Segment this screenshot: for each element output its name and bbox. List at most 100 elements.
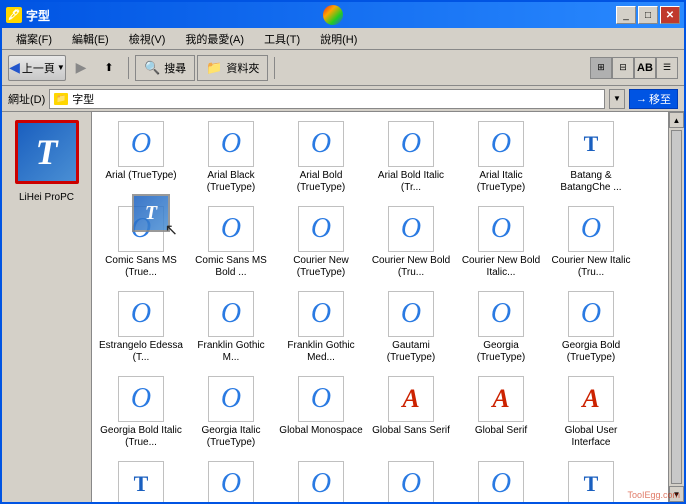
main-window: 🖋 字型 _ □ ✕ 檔案(F) 編輯(E) 檢視(V) 我的最愛(A) 工具(… bbox=[0, 0, 686, 504]
font-item[interactable]: T Batang & BatangChe ... bbox=[546, 116, 636, 201]
font-name: Courier New Bold Italic... bbox=[459, 255, 543, 279]
font-item[interactable]: O Estrangelo Edessa (T... bbox=[96, 286, 186, 371]
menubar: 檔案(F) 編輯(E) 檢視(V) 我的最愛(A) 工具(T) 說明(H) bbox=[2, 28, 684, 50]
toolbar: ◀ 上一頁 ▼ ▶ ⬆ 🔍 搜尋 📁 資料夾 ⊞ ⊟ AB ☰ bbox=[2, 50, 684, 86]
window-title: 字型 bbox=[26, 7, 50, 24]
font-icon: O bbox=[298, 206, 344, 252]
address-folder-icon: 📁 bbox=[54, 93, 68, 105]
font-name: Batang & BatangChe ... bbox=[549, 170, 633, 194]
font-item[interactable]: T Lucida Sans Demibold... bbox=[546, 456, 636, 502]
font-item[interactable]: A Global Serif bbox=[456, 371, 546, 456]
font-icon: O bbox=[568, 206, 614, 252]
font-item[interactable]: O Georgia Bold Italic (True... bbox=[96, 371, 186, 456]
titlebar-left: 🖋 字型 bbox=[6, 7, 50, 24]
back-dropdown-icon: ▼ bbox=[57, 63, 65, 72]
folder-icon: 📁 bbox=[206, 60, 222, 76]
font-icon: A bbox=[568, 376, 614, 422]
font-icon: O bbox=[298, 291, 344, 337]
font-icon: O bbox=[478, 461, 524, 502]
font-item[interactable]: O Franklin Gothic M... bbox=[186, 286, 276, 371]
font-icon: T bbox=[568, 461, 614, 502]
font-icon: O bbox=[118, 291, 164, 337]
font-item[interactable]: O Arial Black (TrueType) bbox=[186, 116, 276, 201]
address-text: 字型 bbox=[72, 91, 600, 107]
font-item[interactable]: O Arial Bold (TrueType) bbox=[276, 116, 366, 201]
font-item[interactable]: O Impact (TrueType) bbox=[186, 456, 276, 502]
view-detail-button[interactable]: AB bbox=[634, 57, 656, 79]
font-item[interactable]: O Franklin Gothic Med... bbox=[276, 286, 366, 371]
font-item[interactable]: A Global User Interface bbox=[546, 371, 636, 456]
font-item[interactable]: O Georgia (TrueType) bbox=[456, 286, 546, 371]
font-item[interactable]: A Global Sans Serif bbox=[366, 371, 456, 456]
menu-edit[interactable]: 編輯(E) bbox=[64, 29, 117, 49]
font-name: Global Sans Serif bbox=[372, 425, 450, 437]
maximize-button[interactable]: □ bbox=[638, 6, 658, 24]
view-small-icon-button[interactable]: ⊟ bbox=[612, 57, 634, 79]
font-item[interactable]: O Lucida Console (... bbox=[456, 456, 546, 502]
font-icon: A bbox=[478, 376, 524, 422]
font-item[interactable]: O Courier New Bold (Tru... bbox=[366, 201, 456, 286]
font-icon: O bbox=[208, 461, 254, 502]
font-item[interactable]: O Courier New Bold Italic... bbox=[456, 201, 546, 286]
font-item[interactable]: O Arial (TrueType) bbox=[96, 116, 186, 201]
view-large-icon-button[interactable]: ⊞ bbox=[590, 57, 612, 79]
font-name: Arial Bold (TrueType) bbox=[279, 170, 363, 194]
font-item[interactable]: O Georgia Bold (TrueType) bbox=[546, 286, 636, 371]
view-list-button[interactable]: ☰ bbox=[656, 57, 678, 79]
toolbar-separator-2 bbox=[274, 57, 275, 79]
font-item[interactable]: O Comic Sans MS (True... bbox=[96, 201, 186, 286]
font-icon: O bbox=[118, 376, 164, 422]
minimize-button[interactable]: _ bbox=[616, 6, 636, 24]
font-item[interactable]: O Gautami (TrueType) bbox=[366, 286, 456, 371]
font-name: Franklin Gothic Med... bbox=[279, 340, 363, 364]
font-item[interactable]: O Global Monospace bbox=[276, 371, 366, 456]
up-button[interactable]: ⬆ bbox=[96, 54, 122, 82]
titlebar-icon: 🖋 bbox=[6, 7, 22, 23]
font-name: Arial Black (TrueType) bbox=[189, 170, 273, 194]
font-item[interactable]: O Arial Italic (TrueType) bbox=[456, 116, 546, 201]
menu-help[interactable]: 說明(H) bbox=[312, 29, 365, 49]
view-buttons: ⊞ ⊟ AB ☰ bbox=[590, 57, 678, 79]
forward-button[interactable]: ▶ bbox=[68, 54, 94, 82]
folder-button[interactable]: 📁 資料夾 bbox=[197, 55, 268, 81]
font-icon: O bbox=[568, 291, 614, 337]
font-icon: O bbox=[478, 121, 524, 167]
font-item[interactable]: O Courier New (TrueType) bbox=[276, 201, 366, 286]
search-icon: 🔍 bbox=[144, 60, 160, 76]
menu-view[interactable]: 檢視(V) bbox=[121, 29, 174, 49]
font-name: Courier New (TrueType) bbox=[279, 255, 363, 279]
close-button[interactable]: ✕ bbox=[660, 6, 680, 24]
font-name: Franklin Gothic M... bbox=[189, 340, 273, 364]
menu-file[interactable]: 檔案(F) bbox=[8, 29, 60, 49]
font-icon: O bbox=[478, 206, 524, 252]
font-name: Comic Sans MS (True... bbox=[99, 255, 183, 279]
font-name: Global Monospace bbox=[279, 425, 362, 437]
address-input[interactable]: 📁 字型 bbox=[49, 89, 605, 109]
font-item[interactable]: T Gulim & GulimChe ... bbox=[96, 456, 186, 502]
font-item[interactable]: O Courier New Italic (Tru... bbox=[546, 201, 636, 286]
font-item[interactable]: O Kartika (TrueType) bbox=[276, 456, 366, 502]
menu-tools[interactable]: 工具(T) bbox=[256, 29, 308, 49]
menu-favorites[interactable]: 我的最愛(A) bbox=[177, 29, 252, 49]
font-name: Georgia Italic (TrueType) bbox=[189, 425, 273, 449]
font-item[interactable]: O Georgia Italic (TrueType) bbox=[186, 371, 276, 456]
font-icon: O bbox=[208, 376, 254, 422]
search-button[interactable]: 🔍 搜尋 bbox=[135, 55, 195, 81]
font-icon: A bbox=[388, 376, 434, 422]
go-button[interactable]: → 移至 bbox=[629, 89, 678, 109]
address-dropdown-button[interactable]: ▼ bbox=[609, 89, 625, 109]
font-icon: O bbox=[208, 206, 254, 252]
back-button[interactable]: ◀ 上一頁 ▼ bbox=[8, 55, 66, 81]
font-item[interactable]: O Arial Bold Italic (Tr... bbox=[366, 116, 456, 201]
font-name: Arial Italic (TrueType) bbox=[459, 170, 543, 194]
left-panel: T LiHei ProPC bbox=[2, 112, 92, 502]
main-content: T LiHei ProPC O Arial (TrueType) O Arial… bbox=[2, 112, 684, 502]
font-item[interactable]: O Comic Sans MS Bold ... bbox=[186, 201, 276, 286]
scrollbar[interactable]: ▲ ▼ bbox=[668, 112, 684, 502]
toolbar-separator-1 bbox=[128, 57, 129, 79]
font-icon: O bbox=[208, 121, 254, 167]
font-item[interactable]: O Latha (TrueType) bbox=[366, 456, 456, 502]
folder-label: 資料夾 bbox=[226, 60, 259, 76]
scrollbar-thumb[interactable] bbox=[671, 130, 682, 484]
scroll-up-button[interactable]: ▲ bbox=[669, 112, 684, 128]
